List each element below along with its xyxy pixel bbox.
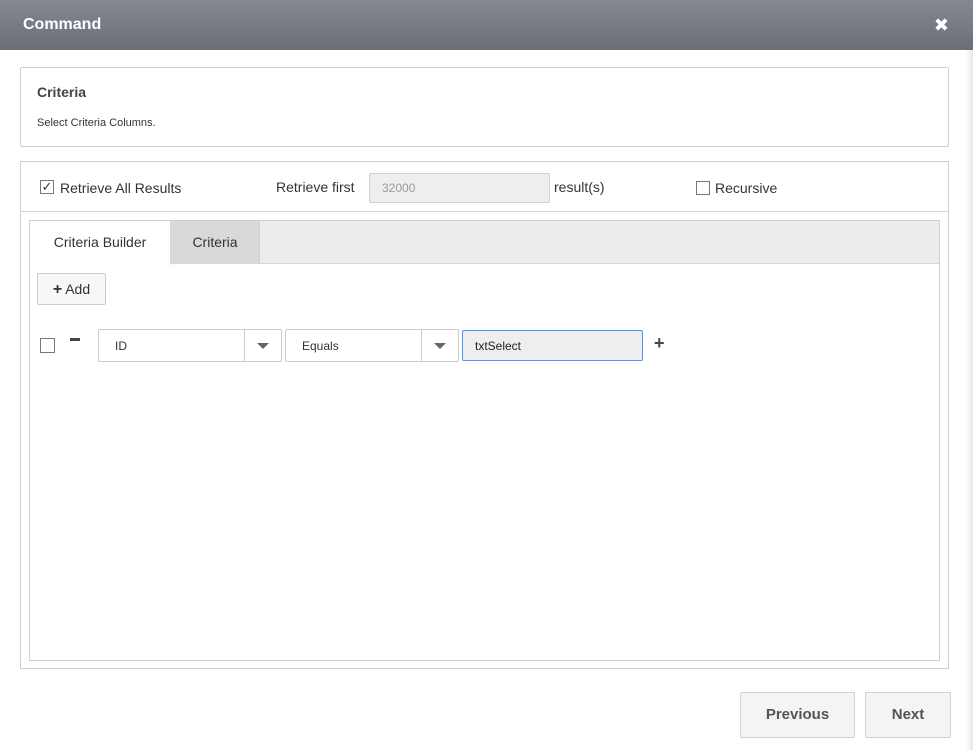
- plus-icon[interactable]: +: [654, 333, 665, 353]
- add-rule-button[interactable]: + Add: [37, 273, 106, 305]
- criteria-value-input[interactable]: [462, 330, 643, 361]
- plus-icon: +: [52, 281, 63, 298]
- dialog-title: Command: [23, 16, 102, 33]
- rule-checkbox[interactable]: [40, 338, 55, 353]
- tab-criteria[interactable]: Criteria: [171, 221, 260, 264]
- retrieve-count-input[interactable]: [369, 173, 550, 203]
- section-subtitle: Select Criteria Columns.: [37, 117, 156, 129]
- retrieval-options: ✓ Retrieve All Results Retrieve first re…: [21, 162, 948, 212]
- field-select-toggle[interactable]: [244, 330, 281, 361]
- recursive-label: Recursive: [715, 180, 778, 196]
- recursive-checkbox[interactable]: [696, 181, 710, 195]
- operator-select[interactable]: Equals: [285, 329, 459, 362]
- chevron-down-icon: [257, 343, 269, 349]
- field-select[interactable]: ID: [98, 329, 282, 362]
- tab-strip: Criteria Builder Criteria: [30, 221, 939, 265]
- section-title: Criteria: [37, 84, 87, 100]
- minus-icon[interactable]: [70, 338, 80, 341]
- dialog-titlebar: Command ✖: [0, 0, 973, 50]
- retrieve-all-checkbox[interactable]: ✓: [40, 180, 54, 194]
- window-edge: [966, 50, 973, 750]
- close-icon[interactable]: ✖: [934, 15, 949, 35]
- operator-select-toggle[interactable]: [421, 330, 458, 361]
- chevron-down-icon: [434, 343, 446, 349]
- results-suffix-label: result(s): [554, 179, 605, 195]
- retrieve-first-label: Retrieve first: [276, 179, 355, 195]
- operator-select-value: Equals: [302, 339, 339, 353]
- check-icon: ✓: [41, 179, 53, 194]
- criteria-header-panel: Criteria Select Criteria Columns.: [20, 67, 949, 147]
- tab-criteria-builder[interactable]: Criteria Builder: [30, 221, 171, 265]
- criteria-tab-area: Criteria Builder Criteria + Add ID Equals: [29, 220, 940, 661]
- add-rule-label: Add: [65, 281, 91, 297]
- criteria-rule-row: ID Equals +: [30, 329, 939, 365]
- previous-button[interactable]: Previous: [740, 692, 855, 738]
- criteria-main-panel: ✓ Retrieve All Results Retrieve first re…: [20, 161, 949, 669]
- command-dialog: Command ✖ Criteria Select Criteria Colum…: [0, 0, 973, 750]
- field-select-value: ID: [115, 339, 127, 353]
- next-button[interactable]: Next: [865, 692, 951, 738]
- retrieve-all-label: Retrieve All Results: [60, 180, 182, 196]
